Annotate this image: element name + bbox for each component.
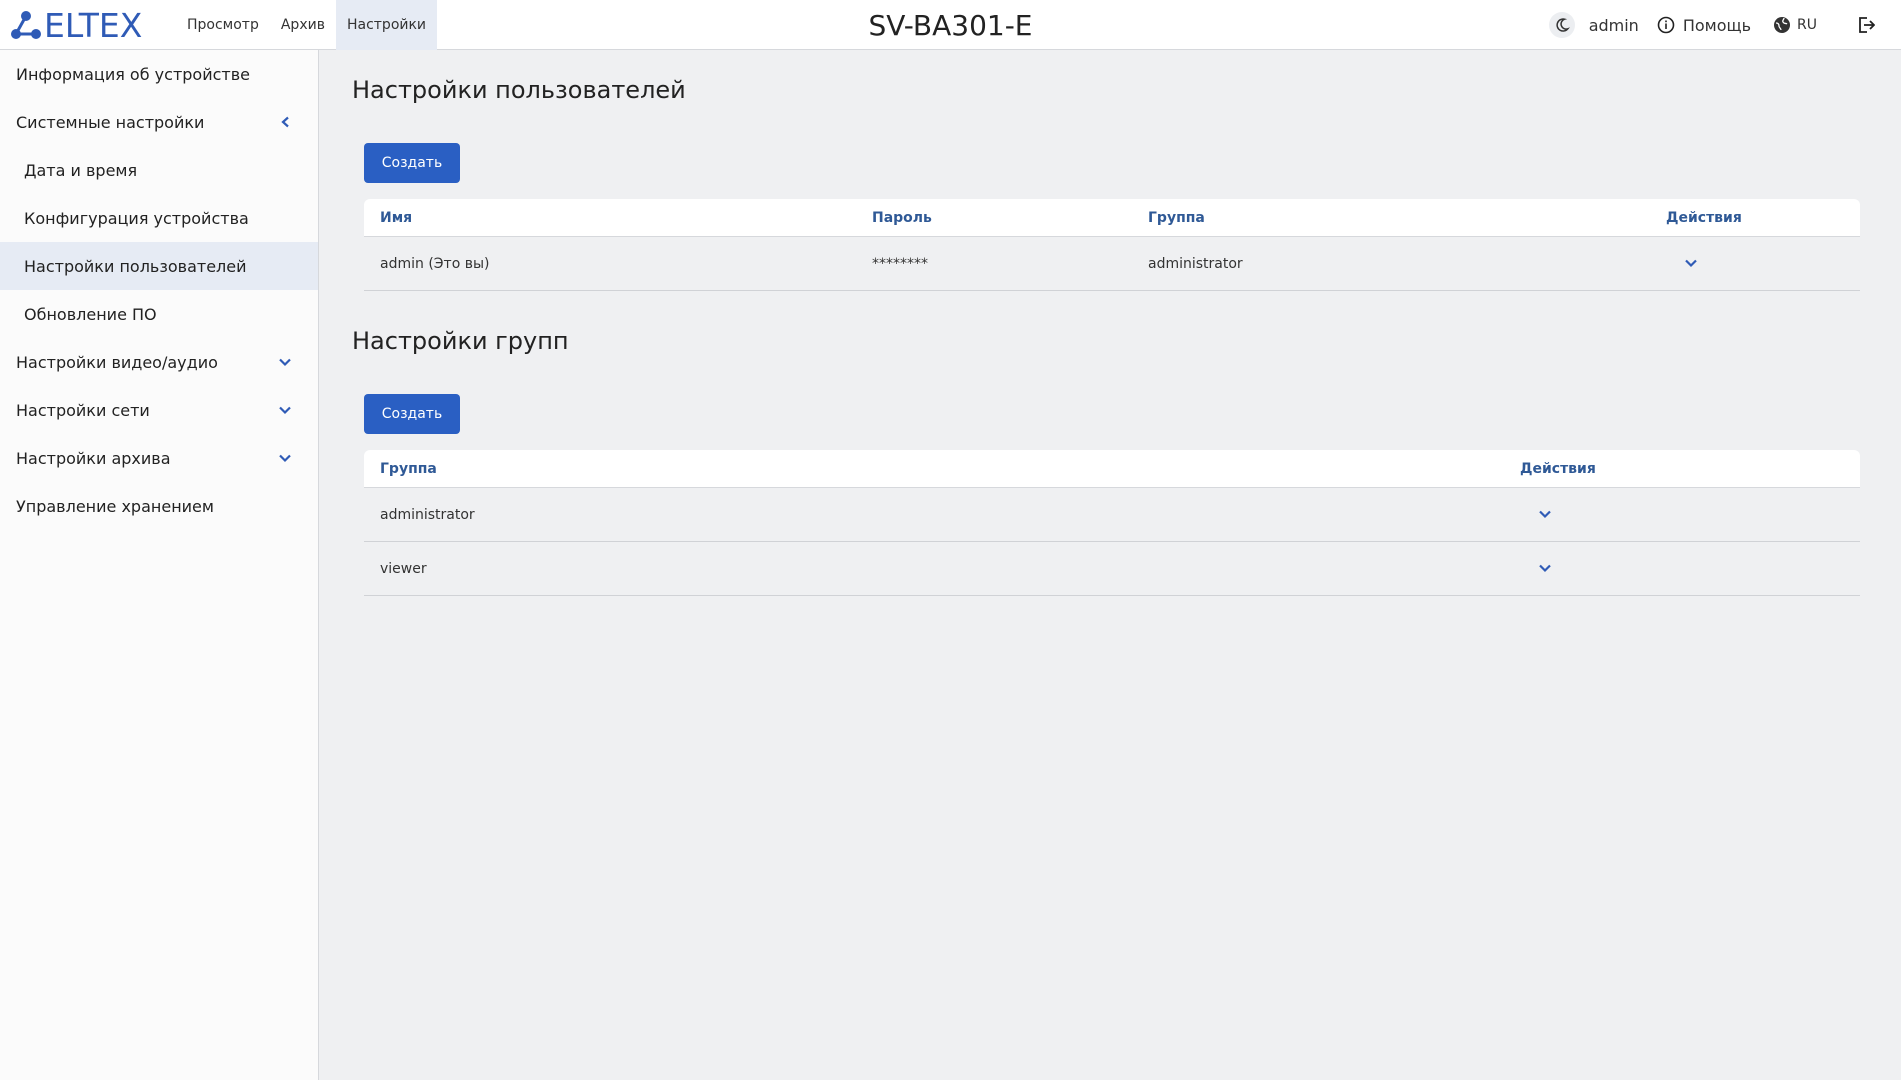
sidebar-item-label: Дата и время bbox=[24, 160, 138, 180]
nav-archive[interactable]: Архив bbox=[270, 0, 336, 50]
nav-settings[interactable]: Настройки bbox=[335, 0, 438, 50]
chevron-down-icon bbox=[278, 405, 292, 415]
sidebar-item-label: Настройки сети bbox=[16, 400, 150, 420]
group-name-cell: viewer bbox=[380, 560, 427, 577]
info-icon bbox=[1657, 16, 1675, 34]
sidebar-item-label: Настройки видео/аудио bbox=[16, 352, 218, 372]
sidebar-item-system-settings[interactable]: Системные настройки bbox=[0, 98, 318, 146]
logout-icon bbox=[1857, 16, 1875, 34]
eltex-logo[interactable]: ELTEX bbox=[10, 5, 143, 45]
eltex-logo-icon bbox=[11, 11, 41, 39]
sidebar-item-label: Системные настройки bbox=[16, 112, 205, 132]
groups-section-title: Настройки групп bbox=[352, 327, 569, 355]
chevron-down-icon bbox=[278, 357, 292, 367]
users-table-header: Имя Пароль Группа Действия bbox=[364, 199, 1860, 237]
sidebar-item-label: Настройки пользователей bbox=[24, 256, 247, 276]
globe-icon bbox=[1773, 16, 1791, 34]
logo-text: ELTEX bbox=[44, 5, 143, 45]
user-name-cell: admin (Это вы) bbox=[380, 255, 490, 272]
row-actions-chevron-down-icon[interactable] bbox=[1538, 561, 1552, 577]
user-password-cell: ******** bbox=[872, 255, 928, 272]
column-header-group[interactable]: Группа bbox=[380, 461, 437, 477]
theme-toggle[interactable] bbox=[1548, 0, 1589, 50]
language-label: RU bbox=[1797, 17, 1817, 33]
column-header-actions: Действия bbox=[1520, 460, 1596, 477]
users-section-title: Настройки пользователей bbox=[352, 76, 686, 104]
table-row: admin (Это вы) ******** administrator bbox=[364, 237, 1860, 291]
column-header-group[interactable]: Группа bbox=[1148, 210, 1205, 226]
sidebar-item-user-settings[interactable]: Настройки пользователей bbox=[0, 242, 318, 290]
sidebar-item-network[interactable]: Настройки сети bbox=[0, 386, 318, 434]
help-label: Помощь bbox=[1682, 15, 1752, 35]
language-switch[interactable]: RU bbox=[1773, 0, 1817, 50]
moon-icon bbox=[1548, 12, 1575, 38]
main-nav: Просмотр Архив Настройки bbox=[176, 0, 438, 50]
sidebar-item-archive[interactable]: Настройки архива bbox=[0, 434, 318, 482]
group-name-cell: administrator bbox=[380, 506, 475, 523]
sidebar-item-date-time[interactable]: Дата и время bbox=[0, 146, 318, 194]
top-bar: ELTEX Просмотр Архив Настройки SV-BA301-… bbox=[0, 0, 1901, 50]
sidebar: Информация об устройстве Системные настр… bbox=[0, 50, 319, 1080]
sidebar-item-firmware-update[interactable]: Обновление ПО bbox=[0, 290, 318, 338]
column-header-actions: Действия bbox=[1666, 209, 1742, 226]
sidebar-item-video-audio[interactable]: Настройки видео/аудио bbox=[0, 338, 318, 386]
sidebar-item-device-info[interactable]: Информация об устройстве bbox=[0, 50, 318, 98]
table-row: administrator bbox=[364, 488, 1860, 542]
chevron-down-icon bbox=[278, 453, 292, 463]
header-tools: admin Помощь RU bbox=[1548, 0, 1901, 50]
sidebar-item-device-config[interactable]: Конфигурация устройства bbox=[0, 194, 318, 242]
create-user-button[interactable]: Создать bbox=[364, 143, 460, 183]
sidebar-item-label: Информация об устройстве bbox=[16, 64, 250, 84]
username: admin bbox=[1588, 15, 1639, 35]
sidebar-item-storage[interactable]: Управление хранением bbox=[0, 482, 318, 530]
users-table: Имя Пароль Группа Действия admin (Это вы… bbox=[364, 199, 1860, 291]
row-actions-chevron-down-icon[interactable] bbox=[1684, 256, 1698, 272]
user-menu[interactable]: admin bbox=[1589, 0, 1639, 50]
sidebar-item-label: Обновление ПО bbox=[24, 304, 157, 324]
groups-table: Группа Действия administrator viewer bbox=[364, 450, 1860, 596]
row-actions-chevron-down-icon[interactable] bbox=[1538, 507, 1552, 523]
logout-button[interactable] bbox=[1857, 0, 1875, 50]
groups-table-header: Группа Действия bbox=[364, 450, 1860, 488]
chevron-left-icon bbox=[280, 116, 292, 128]
column-header-name[interactable]: Имя bbox=[380, 210, 412, 226]
create-group-button[interactable]: Создать bbox=[364, 394, 460, 434]
sidebar-item-label: Настройки архива bbox=[16, 448, 171, 468]
nav-view[interactable]: Просмотр bbox=[176, 0, 270, 50]
user-group-cell: administrator bbox=[1148, 255, 1243, 272]
column-header-password[interactable]: Пароль bbox=[872, 210, 932, 226]
sidebar-item-label: Конфигурация устройства bbox=[24, 208, 249, 228]
table-row: viewer bbox=[364, 542, 1860, 596]
help-link[interactable]: Помощь bbox=[1657, 0, 1751, 50]
sidebar-item-label: Управление хранением bbox=[16, 496, 214, 516]
main-content: Настройки пользователей Создать Имя Паро… bbox=[319, 50, 1901, 1080]
